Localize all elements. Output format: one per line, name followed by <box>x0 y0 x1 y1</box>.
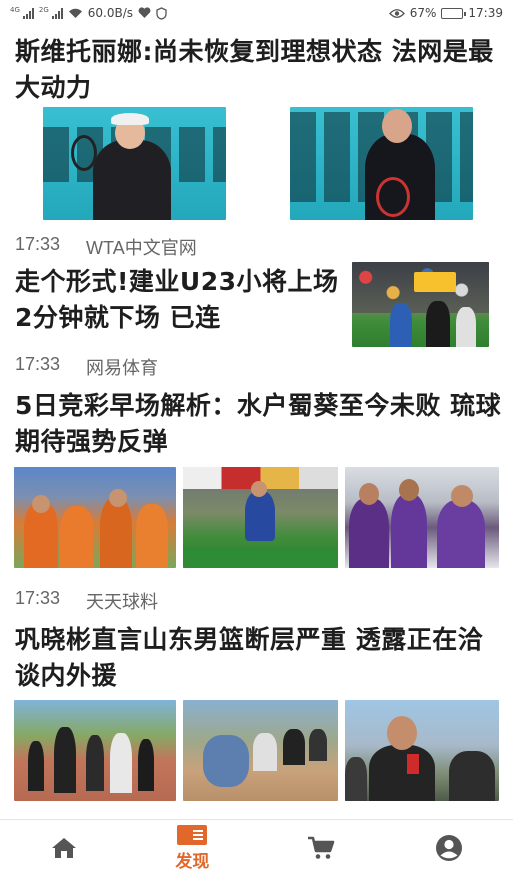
nav-home[interactable] <box>0 820 128 876</box>
signal-tag-2: 2G <box>38 6 49 14</box>
status-right: 67% 17:39 <box>388 6 503 20</box>
heart-icon <box>138 7 151 19</box>
article-time: 17:33 <box>15 234 61 254</box>
article-meta: 17:33 网易体育 <box>15 354 158 380</box>
article-time: 17:33 <box>15 354 61 374</box>
article-source[interactable]: 天天球料 <box>86 588 158 614</box>
nav-profile[interactable] <box>385 820 513 876</box>
news-feed[interactable]: 斯维托丽娜:尚未恢复到理想状态 法网是最大动力 17:33 WTA中文官网 走个… <box>0 26 513 819</box>
article-time: 17:33 <box>15 588 61 608</box>
article-thumbnail[interactable] <box>183 467 338 568</box>
article-title[interactable]: 巩晓彬直言山东男篮断层严重 透露正在洽谈内外援 <box>15 622 507 694</box>
article-source[interactable]: WTA中文官网 <box>86 234 197 260</box>
article-thumbnail[interactable] <box>14 467 176 568</box>
signal-icon <box>22 7 34 19</box>
article-title[interactable]: 斯维托丽娜:尚未恢复到理想状态 法网是最大动力 <box>15 34 507 106</box>
signal-icon-2 <box>51 7 63 19</box>
profile-icon <box>435 835 462 861</box>
shield-icon <box>156 6 167 20</box>
status-bar: 4G 2G 60.0B/s 67% 17:39 <box>0 0 513 26</box>
article-meta: 17:33 天天球料 <box>15 588 158 614</box>
status-time: 17:39 <box>468 6 503 20</box>
nav-discover[interactable]: 发现 <box>128 820 256 876</box>
article-thumbnail[interactable] <box>345 467 499 568</box>
article-thumbnail[interactable] <box>14 700 176 801</box>
eye-icon <box>388 8 405 18</box>
article-source[interactable]: 网易体育 <box>86 354 158 380</box>
wifi-icon <box>68 8 82 18</box>
battery-percent: 67% <box>409 6 437 20</box>
app-screen: 4G 2G 60.0B/s 67% 17:39 斯维托丽娜:尚未恢复到理想状态 … <box>0 0 513 876</box>
article-card[interactable]: 5日竞彩早场解析：水户蜀葵至今未败 琉球期待强势反弹 <box>0 388 513 578</box>
status-left: 4G 2G 60.0B/s <box>10 6 167 20</box>
bottom-nav: 发现 <box>0 819 513 876</box>
article-thumbnail[interactable] <box>183 700 338 801</box>
discover-icon <box>177 825 208 845</box>
signal-tag-1: 4G <box>10 6 20 14</box>
nav-discover-label[interactable]: 发现 <box>175 847 209 872</box>
article-thumbnail[interactable] <box>43 107 226 220</box>
article-title[interactable]: 走个形式!建业U23小将上场2分钟就下场 已连 <box>15 264 343 336</box>
battery-icon <box>441 7 467 19</box>
cart-icon <box>307 836 334 859</box>
article-title[interactable]: 5日竞彩早场解析：水户蜀葵至今未败 琉球期待强势反弹 <box>15 388 507 460</box>
article-meta: 17:33 WTA中文官网 <box>15 234 197 260</box>
network-speed: 60.0B/s <box>87 6 134 20</box>
nav-cart[interactable] <box>257 820 385 876</box>
article-thumbnail[interactable] <box>352 262 489 347</box>
article-card[interactable]: 走个形式!建业U23小将上场2分钟就下场 已连 <box>0 262 513 352</box>
home-icon <box>52 838 77 858</box>
article-thumbnail[interactable] <box>290 107 473 220</box>
article-thumbnail[interactable] <box>345 700 499 801</box>
article-card[interactable]: 斯维托丽娜:尚未恢复到理想状态 法网是最大动力 <box>0 26 513 256</box>
article-card[interactable]: 巩晓彬直言山东男篮断层严重 透露正在洽谈内外援 <box>0 622 513 819</box>
